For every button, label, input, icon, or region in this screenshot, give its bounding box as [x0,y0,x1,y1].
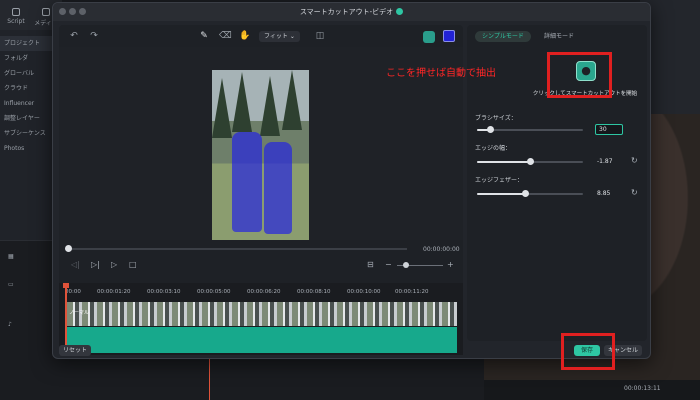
play-icon[interactable]: ▷ [111,260,117,269]
tree-shape [232,72,252,132]
dialog-title: スマートカットアウト-ビデオ [53,7,650,17]
zoom-out-icon[interactable]: − [385,260,392,269]
chevron-down-icon: ⌄ [289,33,295,40]
reset-icon[interactable]: ↻ [631,156,638,165]
background-playhead[interactable] [209,358,210,400]
brush-size-input[interactable]: 30 [595,124,623,135]
edge-feather-label: エッジフェザー： [475,177,524,184]
cancel-button[interactable]: キャンセル [604,345,642,356]
dialog-titlebar: スマートカットアウト-ビデオ [53,3,650,21]
eraser-icon[interactable]: ⌫ [219,31,232,41]
video-track-icon[interactable]: ▭ [8,281,14,288]
video-filmstrip[interactable] [67,302,457,326]
ruler-tick: 00:00:05:00 [197,289,231,295]
step-play-icon[interactable]: ▷| [91,260,100,269]
media-icon [42,8,50,16]
progress-row: 00:00:00:00 [59,243,463,255]
person-mask-right [264,142,292,234]
background-timecode: 00:00:13:11 [624,385,661,392]
ruler-tick: 00:00:06:20 [247,289,281,295]
script-icon [12,8,20,16]
slider-knob[interactable] [527,158,534,165]
ruler-tick: 00:00:08:10 [297,289,331,295]
preview-toolbar: ↶ ↷ ✎ ⌫ ✋ フィット ⌄ ◫ [59,25,463,47]
ruler-tick: 00:00:11:20 [395,289,429,295]
annotation-note: ここを押せば自動で抽出 [386,68,496,79]
preview-timecode: 00:00:00:00 [423,246,460,253]
auto-cutout-button[interactable]: ● クリックしてスマートカットアウトを開始 [529,55,641,111]
audio-track-icon[interactable]: ♪ [8,321,12,328]
redo-icon[interactable]: ↷ [89,31,99,41]
reset-icon[interactable]: ↻ [631,188,638,197]
previous-frame-icon[interactable]: ◁| [71,260,80,269]
brush-size-label: ブラシサイズ： [475,115,517,122]
fit-select[interactable]: フィット ⌄ [259,31,300,42]
reset-button[interactable]: リセット [59,345,91,356]
playback-controls: ◁| ▷| ▷ □ ⊟ − + [59,258,463,272]
auto-cutout-label: クリックしてスマートカットアウトを開始 [532,91,638,97]
zoom-in-icon[interactable]: + [447,260,454,269]
ruler-tick: 00:00:03:10 [147,289,181,295]
tab-simple-mode[interactable]: シンプルモード [475,31,531,42]
ruler-tick: 00:00 [65,289,81,295]
brush-size-slider[interactable] [477,126,583,133]
editor-app: Script メディア プロジェクト フォルダ グローバル クラウド Influ… [0,0,700,400]
ai-badge-icon [396,8,404,15]
tree-shape [212,78,232,138]
background-tab-script[interactable]: Script [2,8,30,25]
hand-icon[interactable]: ✋ [239,31,250,41]
compare-icon[interactable]: ◫ [315,31,325,41]
mask-color-swatch[interactable] [443,30,455,42]
tree-shape [282,70,302,130]
slider-fill [477,193,525,195]
person-mask-left [232,132,262,232]
tree-shape [260,76,280,136]
person-icon[interactable] [423,31,435,43]
tab-advanced-mode[interactable]: 詳細モード [537,31,581,42]
playhead-handle[interactable] [63,283,69,288]
scrub-knob[interactable] [65,245,72,252]
zoom-slider-knob[interactable] [403,262,409,268]
grid-icon[interactable]: ▦ [8,253,14,260]
ruler-tick: 00:00:10:00 [347,289,381,295]
video-frame [212,70,309,240]
person-cutout-icon: ● [576,61,596,81]
stop-icon[interactable]: □ [129,260,137,269]
mask-track[interactable] [67,327,457,353]
track-label: ノーマル [69,310,90,316]
fullscreen-icon[interactable]: ⊟ [367,260,374,269]
undo-icon[interactable]: ↶ [69,31,79,41]
background-preview-bar: 00:00:13:11 [484,380,700,400]
slider-fill [477,161,530,163]
ruler-tick: 00:00:01:20 [97,289,131,295]
slider-knob[interactable] [521,190,529,197]
edge-thickness-slider[interactable] [477,158,583,165]
edge-feather-slider[interactable] [477,190,583,197]
scrub-track[interactable] [67,248,407,250]
edge-thickness-label: エッジの幅： [475,145,512,152]
brush-icon[interactable]: ✎ [199,31,209,41]
save-button[interactable]: 保存 [574,345,600,356]
smart-cutout-dialog: スマートカットアウト-ビデオ ↶ ↷ ✎ ⌫ ✋ フィット ⌄ ◫ 00:00:… [52,2,651,359]
slider-knob[interactable] [486,126,494,133]
edge-thickness-value[interactable]: -1.87 [597,158,613,165]
cutout-timeline[interactable]: 00:00 00:00:01:20 00:00:03:10 00:00:05:0… [59,283,463,355]
edge-feather-value[interactable]: 8.85 [597,190,610,197]
